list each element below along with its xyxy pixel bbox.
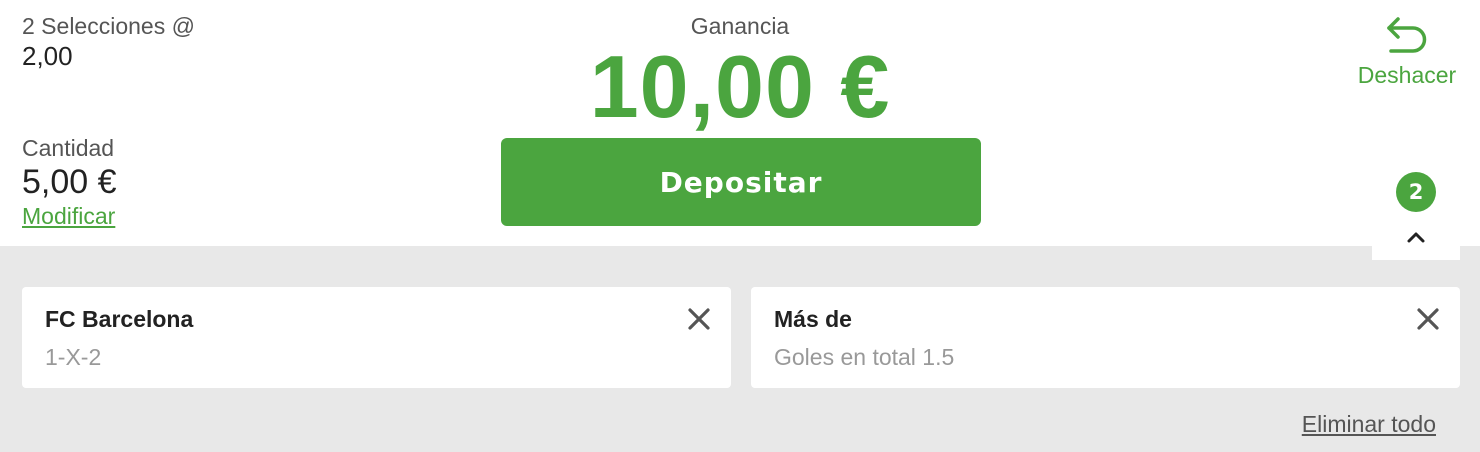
close-icon[interactable] (1416, 307, 1440, 331)
deposit-button[interactable]: Depositar (501, 138, 981, 226)
selections-panel: FC Barcelona 1-X-2 Más de Goles en total… (0, 246, 1480, 452)
chevron-up-icon (1407, 232, 1425, 243)
selection-title: Más de (774, 306, 852, 332)
undo-arrow-icon (1387, 17, 1427, 53)
selection-title: FC Barcelona (45, 306, 194, 332)
stake-value: 5,00 € (22, 163, 117, 201)
stake-label: Cantidad (22, 135, 115, 161)
selection-market: 1-X-2 (45, 344, 102, 370)
close-icon[interactable] (687, 307, 711, 331)
winnings-value: 10,00 € (589, 37, 891, 136)
undo-button[interactable]: Deshacer (1348, 16, 1466, 89)
selection-market: Goles en total 1.5 (774, 344, 955, 370)
modify-stake-link[interactable]: Modificar (22, 203, 115, 230)
remove-all-link[interactable]: Eliminar todo (1302, 411, 1436, 438)
selection-card: FC Barcelona 1-X-2 (22, 287, 731, 388)
collapse-betslip-tab[interactable]: 2 (1372, 168, 1460, 260)
selection-card: Más de Goles en total 1.5 (751, 287, 1460, 388)
betslip-summary: 2 Selecciones @ 2,00 Cantidad 5,00 € Mod… (0, 0, 1480, 246)
undo-label: Deshacer (1357, 62, 1457, 88)
selections-count-badge: 2 (1396, 172, 1436, 212)
